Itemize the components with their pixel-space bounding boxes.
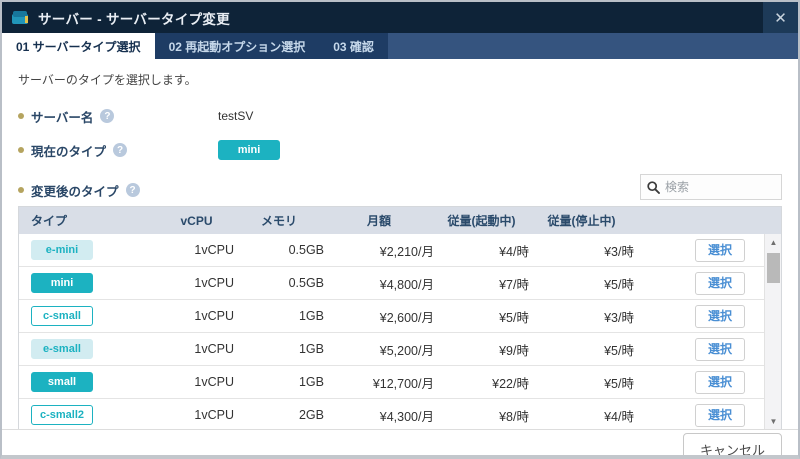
header-vcpu: vCPU bbox=[180, 213, 213, 228]
dialog-titlebar: サーバー - サーバータイプ変更 ✕ bbox=[2, 2, 798, 33]
tab-server-type-select[interactable]: 01 サーバータイプ選択 bbox=[2, 33, 155, 59]
header-type: タイプ bbox=[31, 214, 68, 228]
hourly-stopped-cell: ¥5/時 bbox=[604, 343, 634, 358]
hourly-running-cell: ¥4/時 bbox=[499, 244, 529, 259]
server-name-label: サーバー名 bbox=[31, 110, 94, 125]
server-name-value: testSV bbox=[218, 109, 254, 123]
scroll-down-icon[interactable]: ▼ bbox=[765, 413, 781, 429]
current-type-label: 現在のタイプ bbox=[31, 144, 107, 159]
new-type-label: 変更後のタイプ bbox=[31, 184, 119, 199]
help-icon[interactable]: ? bbox=[100, 109, 115, 123]
help-icon[interactable]: ? bbox=[125, 183, 140, 197]
memory-cell: 0.5GB bbox=[288, 243, 324, 257]
monthly-cell: ¥4,800/月 bbox=[379, 277, 434, 292]
hourly-stopped-cell: ¥3/時 bbox=[604, 244, 634, 259]
search-input[interactable] bbox=[665, 180, 775, 194]
table-row: mini 1vCPU 0.5GB ¥4,800/月 ¥7/時 ¥5/時 選択 bbox=[19, 267, 781, 300]
monthly-cell: ¥2,600/月 bbox=[379, 310, 434, 325]
header-hourly-running: 従量(起動中) bbox=[447, 214, 516, 228]
bullet-icon bbox=[18, 147, 24, 153]
table-scrollbar[interactable]: ▲ ▼ bbox=[764, 234, 781, 429]
hourly-running-cell: ¥9/時 bbox=[499, 343, 529, 358]
hourly-running-cell: ¥8/時 bbox=[499, 409, 529, 424]
hourly-running-cell: ¥5/時 bbox=[499, 310, 529, 325]
vcpu-cell: 1vCPU bbox=[194, 375, 234, 389]
wizard-tabbar: 01 サーバータイプ選択 02 再起動オプション選択 03 確認 bbox=[2, 33, 798, 59]
vcpu-cell: 1vCPU bbox=[194, 342, 234, 356]
select-button[interactable]: 選択 bbox=[695, 238, 746, 262]
scroll-up-icon[interactable]: ▲ bbox=[765, 234, 781, 250]
intro-text: サーバーのタイプを選択します。 bbox=[18, 73, 197, 87]
vcpu-cell: 1vCPU bbox=[194, 276, 234, 290]
current-type-value: mini bbox=[218, 140, 280, 160]
server-type-table-body: e-mini 1vCPU 0.5GB ¥2,210/月 ¥4/時 ¥3/時 選択… bbox=[19, 234, 781, 429]
select-button[interactable]: 選択 bbox=[695, 304, 746, 328]
monthly-cell: ¥4,300/月 bbox=[379, 409, 434, 424]
header-memory: メモリ bbox=[260, 214, 297, 228]
table-row: c-small 1vCPU 1GB ¥2,600/月 ¥5/時 ¥3/時 選択 bbox=[19, 300, 781, 333]
hourly-stopped-cell: ¥3/時 bbox=[604, 310, 634, 325]
bullet-icon bbox=[18, 113, 24, 119]
server-type-table: タイプ vCPU メモリ 月額 従量(起動中) 従量(停止中) e-mini 1… bbox=[18, 206, 782, 429]
server-name-row: サーバー名 ? testSV bbox=[18, 106, 782, 126]
vcpu-cell: 1vCPU bbox=[194, 243, 234, 257]
header-monthly: 月額 bbox=[366, 214, 391, 228]
type-badge: e-mini bbox=[31, 240, 93, 260]
hourly-running-cell: ¥7/時 bbox=[499, 277, 529, 292]
memory-cell: 2GB bbox=[298, 408, 324, 422]
type-badge: c-small2 bbox=[31, 405, 93, 425]
bullet-icon bbox=[18, 187, 24, 193]
memory-cell: 1GB bbox=[298, 375, 324, 389]
current-type-row: 現在のタイプ ? mini bbox=[18, 140, 782, 160]
type-badge: e-small bbox=[31, 339, 93, 359]
table-row: small 1vCPU 1GB ¥12,700/月 ¥22/時 ¥5/時 選択 bbox=[19, 366, 781, 399]
select-button[interactable]: 選択 bbox=[695, 271, 746, 295]
current-type-badge: mini bbox=[218, 140, 280, 160]
close-icon[interactable]: ✕ bbox=[763, 2, 798, 33]
table-row: e-small 1vCPU 1GB ¥5,200/月 ¥9/時 ¥5/時 選択 bbox=[19, 333, 781, 366]
hourly-stopped-cell: ¥5/時 bbox=[604, 277, 634, 292]
memory-cell: 1GB bbox=[298, 342, 324, 356]
dialog-footer: キャンセル bbox=[2, 429, 798, 455]
table-row: c-small2 1vCPU 2GB ¥4,300/月 ¥8/時 ¥4/時 選択 bbox=[19, 399, 781, 429]
scrollbar-thumb[interactable] bbox=[767, 253, 780, 283]
search-icon bbox=[647, 180, 660, 194]
type-badge: mini bbox=[31, 273, 93, 293]
server-box-icon bbox=[12, 10, 31, 25]
hourly-stopped-cell: ¥4/時 bbox=[604, 409, 634, 424]
tab-confirm[interactable]: 03 確認 bbox=[319, 33, 388, 59]
search-box bbox=[640, 174, 782, 200]
vcpu-cell: 1vCPU bbox=[194, 309, 234, 323]
dialog-content: サーバーのタイプを選択します。 サーバー名 ? testSV 現在のタイプ ? … bbox=[2, 59, 798, 429]
type-badge: small bbox=[31, 372, 93, 392]
table-row: e-mini 1vCPU 0.5GB ¥2,210/月 ¥4/時 ¥3/時 選択 bbox=[19, 234, 781, 267]
server-type-change-dialog: サーバー - サーバータイプ変更 ✕ 01 サーバータイプ選択 02 再起動オプ… bbox=[0, 0, 800, 459]
dialog-title: サーバー - サーバータイプ変更 bbox=[38, 11, 231, 27]
help-icon[interactable]: ? bbox=[113, 143, 128, 157]
monthly-cell: ¥12,700/月 bbox=[372, 376, 434, 391]
memory-cell: 0.5GB bbox=[288, 276, 324, 290]
memory-cell: 1GB bbox=[298, 309, 324, 323]
select-button[interactable]: 選択 bbox=[695, 337, 746, 361]
select-button[interactable]: 選択 bbox=[695, 403, 746, 427]
vcpu-cell: 1vCPU bbox=[194, 408, 234, 422]
new-type-row: 変更後のタイプ ? bbox=[18, 174, 782, 200]
type-badge: c-small bbox=[31, 306, 93, 326]
hourly-running-cell: ¥22/時 bbox=[492, 376, 529, 391]
tab-restart-option-select[interactable]: 02 再起動オプション選択 bbox=[154, 33, 320, 59]
cancel-button[interactable]: キャンセル bbox=[682, 433, 782, 455]
monthly-cell: ¥2,210/月 bbox=[379, 244, 434, 259]
hourly-stopped-cell: ¥5/時 bbox=[604, 376, 634, 391]
monthly-cell: ¥5,200/月 bbox=[379, 343, 434, 358]
table-header-row: タイプ vCPU メモリ 月額 従量(起動中) 従量(停止中) bbox=[19, 207, 781, 234]
select-button[interactable]: 選択 bbox=[695, 370, 746, 394]
header-hourly-stopped: 従量(停止中) bbox=[547, 214, 616, 228]
